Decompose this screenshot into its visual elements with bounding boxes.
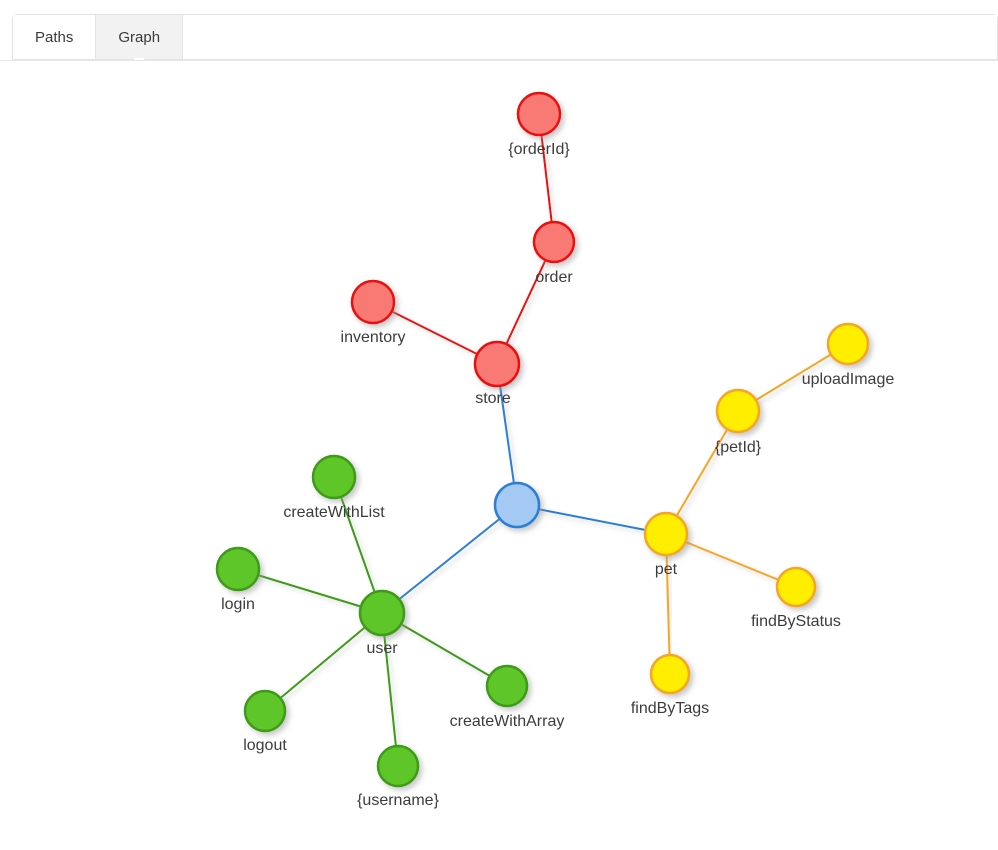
tab-graph-label: Graph [118, 28, 161, 46]
tab-paths-label: Paths [35, 28, 74, 46]
graph-node-user[interactable] [358, 589, 406, 637]
graph-node-label-user: user [366, 640, 398, 657]
graph-node-store[interactable] [473, 340, 521, 388]
graph-node-label-store: store [475, 390, 511, 407]
graph-node-label-findByTags: findByTags [631, 700, 709, 717]
tab-graph[interactable]: Graph [96, 15, 184, 59]
graph-node-label-login: login [221, 596, 255, 613]
graph-node-findByTags[interactable] [649, 653, 691, 695]
graph-node-username[interactable] [376, 744, 420, 788]
graph-link [381, 504, 518, 614]
graph-canvas[interactable]: store inventory order {orderId} pet {petId} up… [0, 61, 998, 850]
graph-node-order[interactable] [532, 220, 576, 264]
graph-node-inventory[interactable] [350, 279, 396, 325]
graph-node-logout[interactable] [243, 689, 287, 733]
graph-node-label-username: {username} [357, 792, 439, 809]
graph-svg: store inventory order {orderId} pet {petId} up… [215, 91, 895, 809]
graph-node-label-order: order [535, 269, 573, 286]
graph-node-createWithList[interactable] [311, 454, 357, 500]
graph-node-label-pet: pet [655, 561, 678, 578]
app-root: Paths Graph store inventory order {orderId}… [0, 0, 998, 850]
graph-node-createWithArray[interactable] [485, 664, 529, 708]
graph-node-label-orderId: {orderId} [508, 141, 570, 158]
graph-node-login[interactable] [215, 546, 261, 592]
graph-node-label-logout: logout [243, 737, 287, 754]
graph-nodes-layer [215, 91, 870, 788]
graph-node-orderId[interactable] [516, 91, 562, 137]
graph-node-petId[interactable] [715, 388, 761, 434]
graph-node-label-petId: {petId} [715, 439, 762, 456]
graph-node-label-uploadImage: uploadImage [802, 371, 895, 388]
tab-bar-filler [183, 15, 997, 59]
tab-paths[interactable]: Paths [13, 15, 97, 59]
graph-node-findByStatus[interactable] [775, 566, 817, 608]
graph-node-uploadImage[interactable] [826, 322, 870, 366]
graph-node-label-createWithArray: createWithArray [450, 713, 565, 730]
graph-node-label-inventory: inventory [341, 329, 406, 346]
graph-node-label-findByStatus: findByStatus [751, 613, 841, 630]
graph-node-pet[interactable] [643, 511, 689, 557]
tab-bar: Paths Graph [12, 14, 998, 60]
graph-node-root[interactable] [493, 481, 541, 529]
graph-node-label-createWithList: createWithList [283, 504, 385, 521]
